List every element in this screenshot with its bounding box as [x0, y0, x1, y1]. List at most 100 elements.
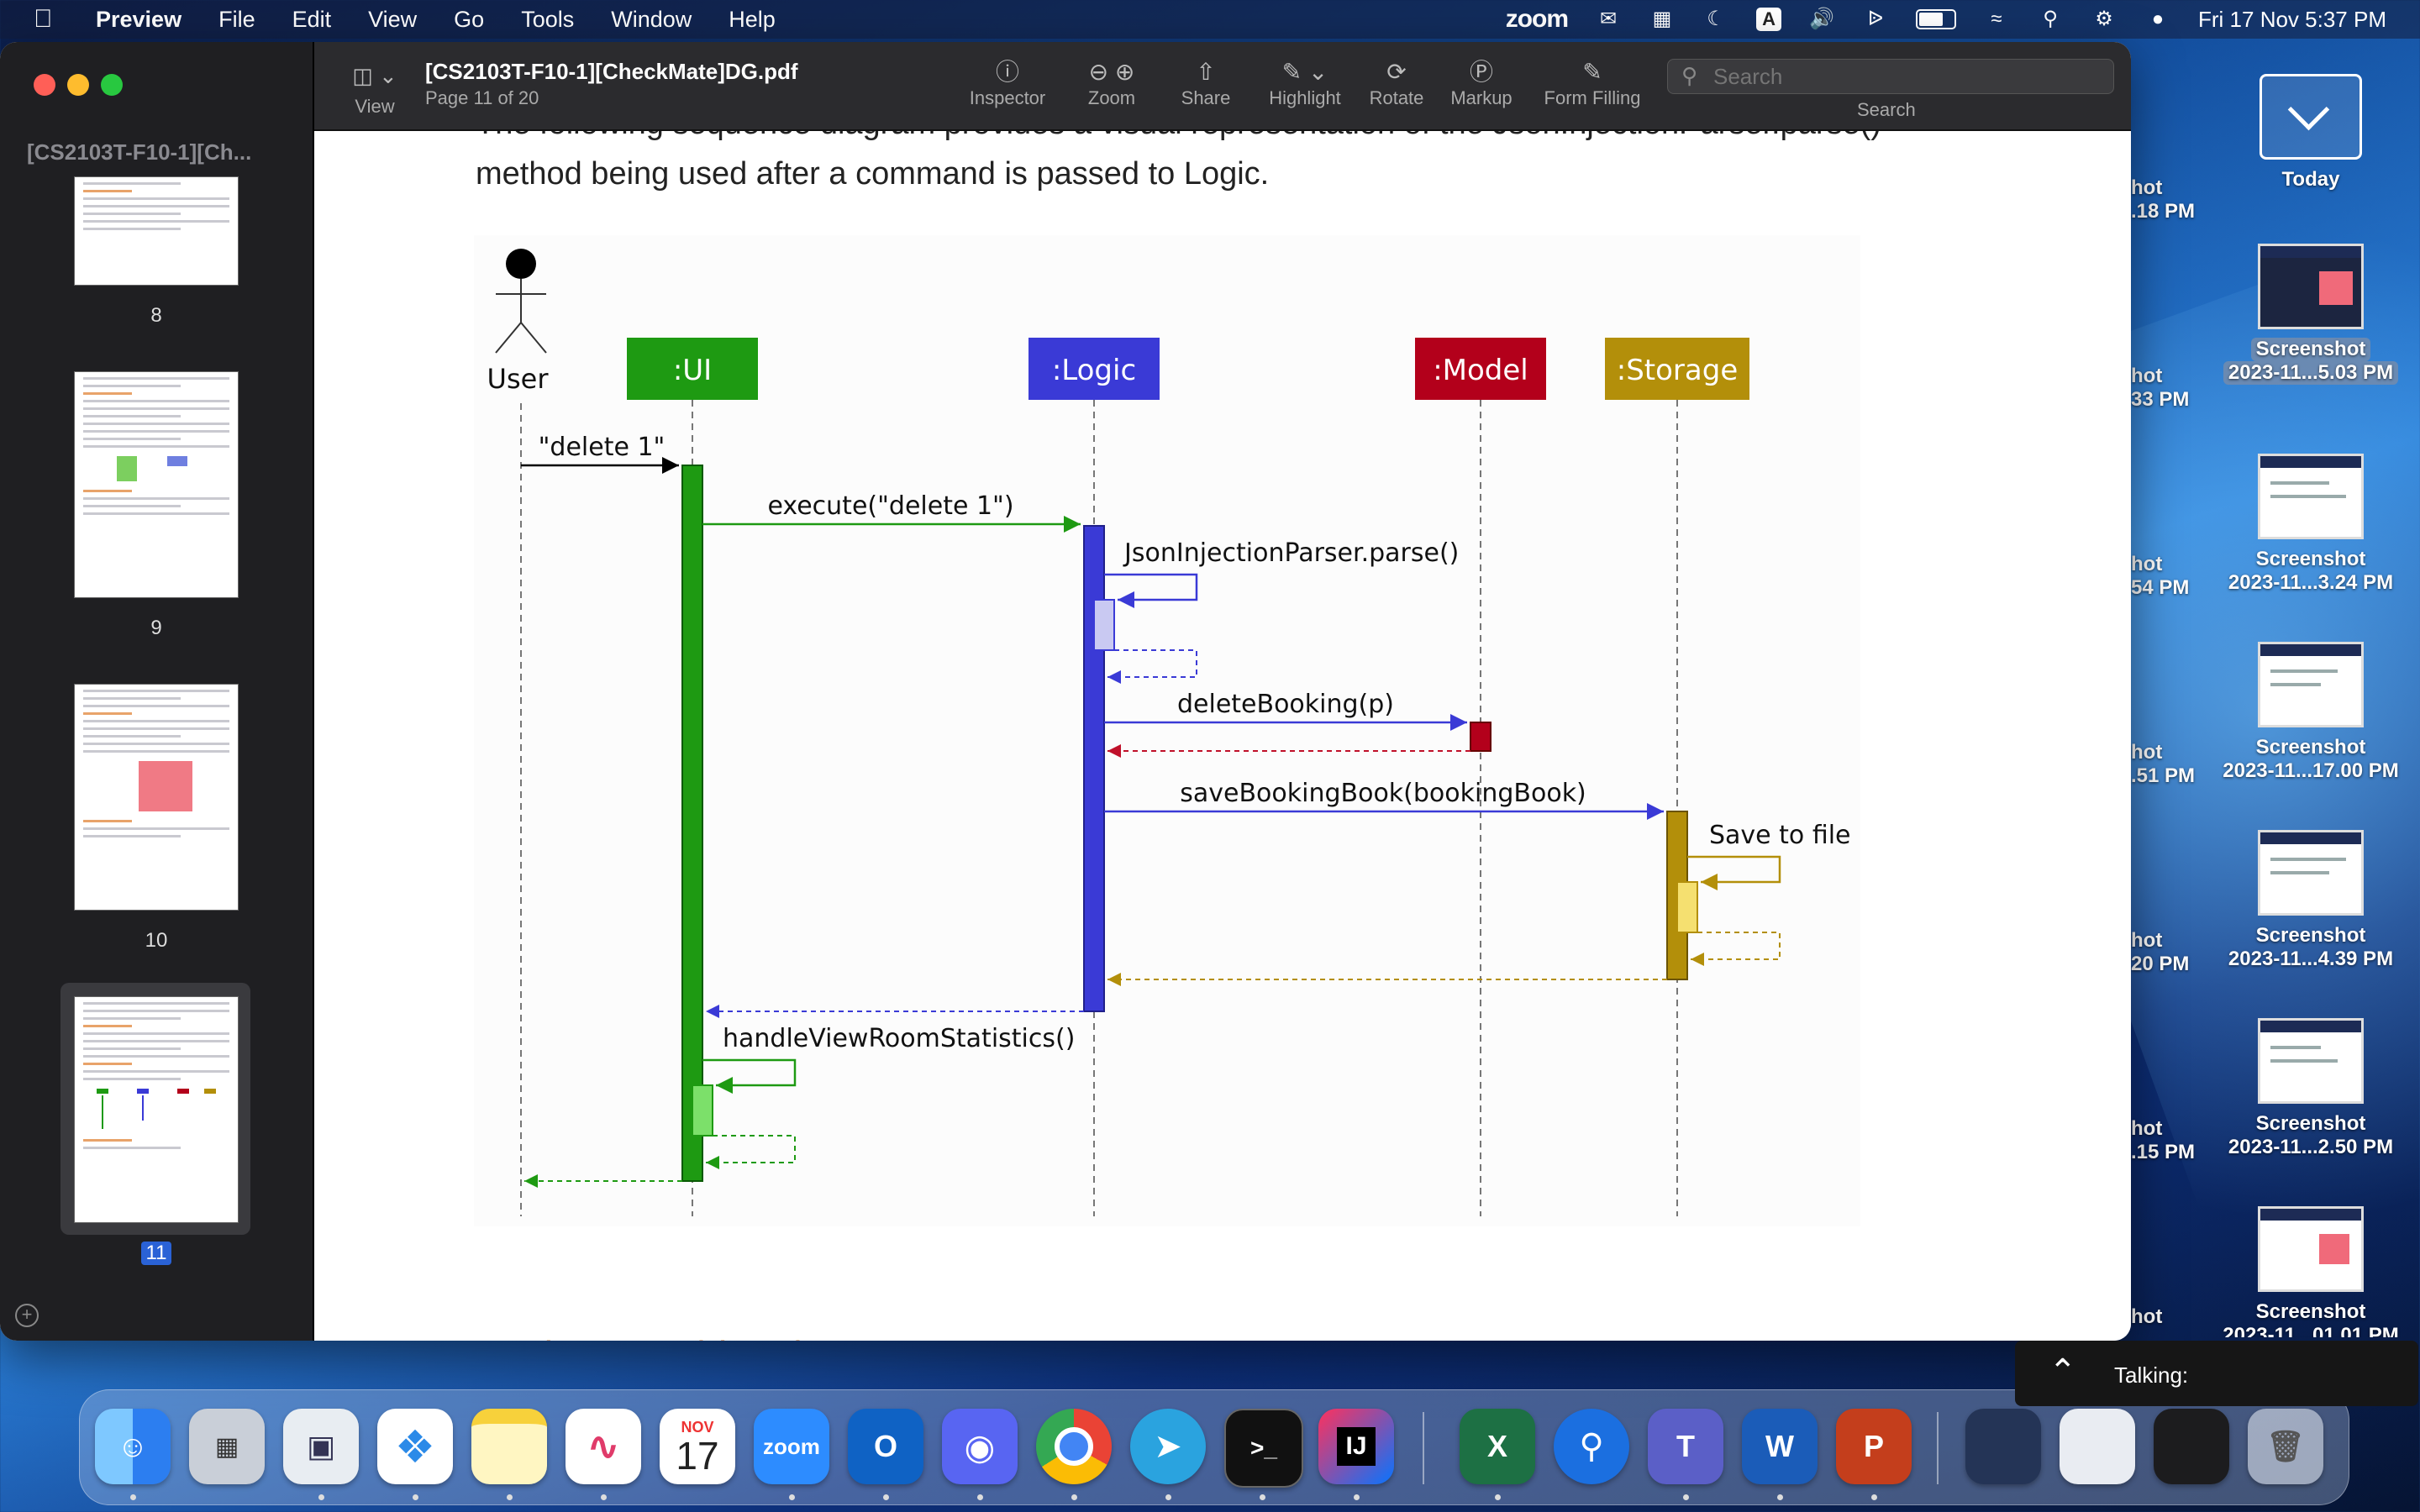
freeform-icon[interactable]: ∿: [566, 1409, 641, 1484]
message-label-parse: JsonInjectionParser.parse(): [1123, 538, 1459, 568]
outlook-icon[interactable]: O: [848, 1409, 923, 1484]
finder-icon[interactable]: ☺: [95, 1409, 171, 1484]
chevron-up-icon[interactable]: ⌃: [2049, 1352, 2077, 1391]
rotate-button[interactable]: ⟳ Rotate: [1361, 57, 1432, 109]
siri-icon[interactable]: ●: [2144, 8, 2171, 31]
page-thumbnail-9[interactable]: [74, 371, 239, 598]
desktop-partial-3[interactable]: hot .51 PM: [2131, 741, 2195, 788]
running-indicator: [1495, 1494, 1501, 1500]
page-thumbnail-10[interactable]: [74, 684, 239, 911]
input-source-icon[interactable]: A: [1756, 8, 1782, 31]
inspector-button[interactable]: ⓘ Inspector: [961, 57, 1054, 109]
wifi-icon[interactable]: ≈: [1983, 8, 2010, 31]
message-label-execute: execute("delete 1"): [767, 491, 1013, 521]
battery-icon[interactable]: [1916, 9, 1957, 29]
desktop-file-sub: 2023-11...2.50 PM: [2228, 1136, 2394, 1158]
terminal-icon[interactable]: >_: [1224, 1409, 1303, 1488]
menu-edit[interactable]: Edit: [292, 7, 332, 33]
desktop-partial-1[interactable]: hot 33 PM: [2131, 365, 2189, 412]
message-label-save-booking-book: saveBookingBook(bookingBook): [1180, 779, 1586, 808]
word-icon[interactable]: W: [1742, 1409, 1818, 1484]
rotate-icon: ⟳: [1386, 59, 1407, 85]
bluetooth-icon[interactable]: ᐉ: [1862, 8, 1889, 31]
control-center-icon[interactable]: ⚙: [2091, 8, 2118, 31]
desktop-file-4[interactable]: Screenshot 2023-11...2.50 PM: [2218, 1018, 2403, 1159]
form-filling-icon: ✎: [1582, 59, 1602, 85]
desktop-stack-today[interactable]: Today: [2227, 74, 2395, 192]
close-window-button[interactable]: [34, 74, 55, 96]
apple-menu-icon[interactable]: : [34, 5, 57, 34]
add-page-icon[interactable]: +: [15, 1304, 39, 1327]
menu-file[interactable]: File: [218, 7, 255, 33]
thumbnail-sidebar: [CS2103T-F10-1][Ch... 8 9 10 11 +: [0, 42, 314, 1341]
menu-help[interactable]: Help: [729, 7, 776, 33]
desktop-partial-5[interactable]: hot .15 PM: [2131, 1117, 2195, 1164]
desktop-file-title: Screenshot: [2255, 924, 2366, 947]
location-app-icon[interactable]: ⚲: [1554, 1409, 1629, 1484]
menu-go[interactable]: Go: [454, 7, 484, 33]
search-field[interactable]: ⚲: [1667, 59, 2114, 94]
preview-icon[interactable]: ▣: [283, 1409, 359, 1484]
zoom-app-icon[interactable]: zoom: [754, 1409, 829, 1484]
view-menu-button[interactable]: ◫ ⌄ View: [348, 60, 402, 118]
desktop-file-1[interactable]: Screenshot 2023-11...3.24 PM: [2218, 454, 2403, 595]
desktop-file-sub: 2023-11...5.03 PM: [2223, 361, 2399, 385]
search-input[interactable]: [1712, 63, 2085, 91]
running-indicator: [413, 1494, 418, 1500]
participant-logic-label: :Logic: [1052, 354, 1136, 387]
desktop-file-2[interactable]: Screenshot 2023-11...17.00 PM: [2218, 642, 2403, 783]
teams-status-icon[interactable]: ▦: [1649, 8, 1676, 31]
menu-tools[interactable]: Tools: [521, 7, 574, 33]
zoom-button[interactable]: ⊖ ⊕ Zoom: [1065, 57, 1158, 109]
launchpad-icon[interactable]: ▦: [189, 1409, 265, 1484]
desktop-file-sub: 2023-11...17.00 PM: [2223, 759, 2399, 782]
trash-icon[interactable]: 🗑: [2248, 1409, 2323, 1484]
page-thumbnail-8[interactable]: [74, 176, 239, 286]
page-thumbnail-label: 10: [145, 929, 168, 952]
desktop-partial-2[interactable]: hot 54 PM: [2131, 553, 2189, 600]
notes-icon[interactable]: [471, 1409, 547, 1484]
desktop-partial-4[interactable]: hot 20 PM: [2131, 929, 2189, 976]
safari-icon[interactable]: ❖: [377, 1409, 453, 1484]
zoom-talking-indicator[interactable]: ⌃ Talking:: [2015, 1341, 2418, 1406]
desktop-file-5[interactable]: Screenshot 2023-11...01.01 PM: [2218, 1206, 2403, 1337]
minimized-window-1[interactable]: [1965, 1409, 2041, 1484]
menu-window[interactable]: Window: [611, 7, 692, 33]
powerpoint-icon[interactable]: P: [1836, 1409, 1912, 1484]
minimized-window-3[interactable]: [2154, 1409, 2229, 1484]
calendar-icon[interactable]: NOV 17: [660, 1409, 735, 1484]
desktop-partial-0[interactable]: hot .18 PM: [2131, 176, 2195, 223]
page-thumbnail-11[interactable]: [74, 996, 239, 1223]
menu-app-name[interactable]: Preview: [96, 7, 182, 33]
document-page[interactable]: The following sequence diagram provides …: [314, 131, 2131, 1341]
discord-icon[interactable]: ◉: [942, 1409, 1018, 1484]
menu-clock[interactable]: Fri 17 Nov 5:37 PM: [2198, 7, 2386, 33]
markup-button[interactable]: Ⓟ Markup: [1442, 57, 1521, 109]
teams-icon[interactable]: T: [1648, 1409, 1723, 1484]
desktop-file-3[interactable]: Screenshot 2023-11...4.39 PM: [2218, 830, 2403, 971]
form-filling-button[interactable]: ✎ Form Filling: [1538, 57, 1647, 109]
fullscreen-window-button[interactable]: [101, 74, 123, 96]
running-indicator: [883, 1494, 889, 1500]
volume-icon[interactable]: 🔊: [1808, 8, 1835, 31]
return-view-stats: [706, 1135, 796, 1169]
intellij-icon[interactable]: IJ: [1318, 1409, 1394, 1484]
desktop-file-0[interactable]: Screenshot 2023-11...5.03 PM: [2218, 244, 2403, 385]
minimize-window-button[interactable]: [67, 74, 89, 96]
desktop-partial-6[interactable]: hot: [2131, 1305, 2162, 1329]
spotlight-search-icon[interactable]: ⚲: [2037, 8, 2064, 31]
moon-icon[interactable]: ☾: [1702, 8, 1729, 31]
minimized-window-2[interactable]: [2060, 1409, 2135, 1484]
page-thumbnail-label-current: 11: [0, 1242, 313, 1265]
menu-view[interactable]: View: [368, 7, 417, 33]
activation-logic: [1083, 525, 1105, 1012]
outlook-status-icon[interactable]: ✉: [1595, 8, 1622, 31]
highlight-button[interactable]: ✎ ⌄ Highlight: [1259, 57, 1351, 109]
share-button[interactable]: ⇧ Share: [1168, 57, 1244, 109]
document-title[interactable]: [CS2103T-F10-1][CheckMate]DG.pdf: [425, 59, 798, 85]
chrome-icon[interactable]: [1036, 1409, 1112, 1484]
excel-icon[interactable]: X: [1460, 1409, 1535, 1484]
zoom-status-item[interactable]: zoom: [1506, 5, 1569, 34]
telegram-icon[interactable]: ➤: [1130, 1409, 1206, 1484]
return-save-to-file: [1691, 932, 1781, 966]
